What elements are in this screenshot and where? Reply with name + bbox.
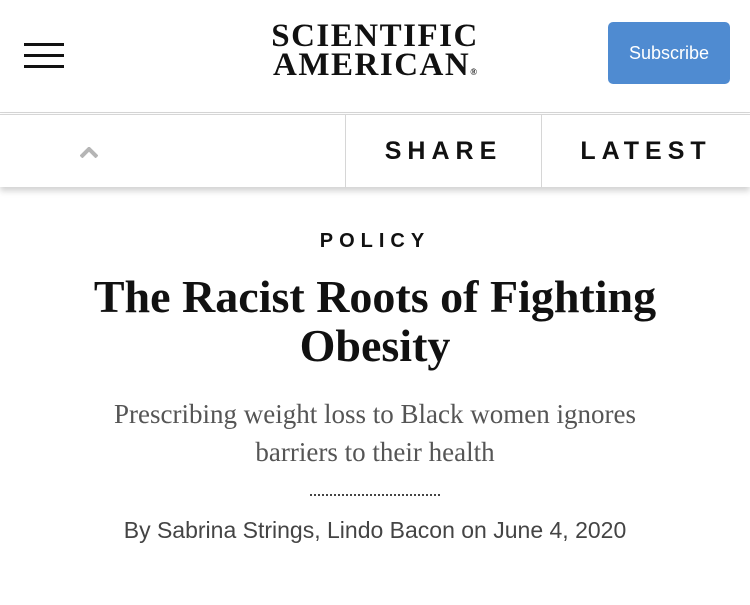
logo-line-2: AMERICAN®	[255, 49, 495, 87]
menu-bar	[24, 54, 64, 57]
scroll-to-top-button[interactable]	[0, 115, 346, 188]
section-label[interactable]: POLICY	[0, 230, 750, 253]
share-button[interactable]: SHARE	[346, 115, 542, 188]
share-label: SHARE	[384, 137, 503, 165]
registered-mark: ®	[470, 67, 477, 77]
menu-bar	[24, 65, 64, 68]
article-byline: By Sabrina Strings, Lindo Bacon on June …	[123, 517, 627, 543]
site-header: SCIENTIFIC AMERICAN® Subscribe	[0, 0, 750, 113]
latest-label: LATEST	[580, 137, 712, 165]
menu-bar	[24, 43, 64, 46]
site-logo[interactable]: SCIENTIFIC AMERICAN®	[255, 20, 495, 87]
hamburger-menu-icon[interactable]	[24, 43, 64, 69]
latest-button[interactable]: LATEST	[542, 115, 750, 188]
subscribe-button[interactable]: Subscribe	[608, 22, 730, 84]
article-toolbar: SHARE LATEST	[0, 114, 750, 188]
logo-line-2-text: AMERICAN	[273, 47, 471, 83]
article-subtitle: Prescribing weight loss to Black women i…	[114, 399, 636, 467]
chevron-up-icon	[80, 147, 98, 158]
divider	[310, 494, 440, 496]
article-title: The Racist Roots of Fighting Obesity	[93, 271, 657, 371]
